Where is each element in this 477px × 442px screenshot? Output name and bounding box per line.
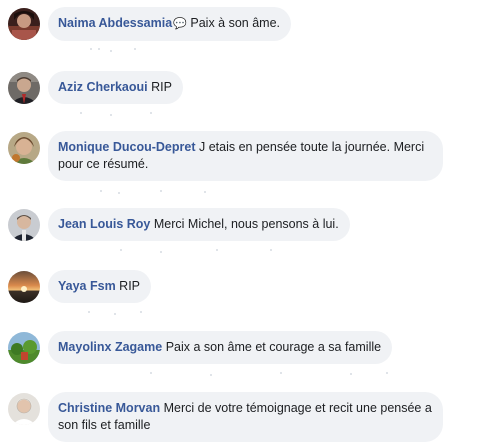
- divider-dots: [100, 190, 220, 194]
- comment: Christine Morvan Merci de votre témoigna…: [8, 392, 443, 442]
- comment-author-link[interactable]: Aziz Cherkaoui: [58, 80, 148, 94]
- divider-dots: [80, 112, 170, 116]
- comment-text: RIP: [151, 80, 172, 94]
- comment: Naima Abdessamia💬 Paix à son âme.: [8, 7, 292, 41]
- comment-author-link[interactable]: Jean Louis Roy: [58, 217, 150, 231]
- comment-author-link[interactable]: Christine Morvan: [58, 401, 160, 415]
- comment-text: RIP: [119, 279, 141, 293]
- divider-dots: [90, 48, 150, 52]
- avatar[interactable]: [8, 72, 40, 104]
- comment-bubble: Christine Morvan Merci de votre témoigna…: [48, 392, 443, 442]
- divider-dots: [150, 372, 390, 376]
- comment-text: Merci Michel, nous pensons à lui.: [153, 217, 339, 231]
- avatar[interactable]: [8, 209, 40, 241]
- comment-text: Paix à son âme.: [190, 16, 281, 30]
- comment-text: Paix a son âme et courage a sa famille: [165, 340, 382, 354]
- avatar[interactable]: [8, 132, 40, 164]
- avatar[interactable]: [8, 332, 40, 364]
- avatar[interactable]: [8, 8, 40, 40]
- speech-bubble-icon: 💬: [173, 18, 187, 30]
- divider-dots: [120, 249, 280, 253]
- comment-bubble: Aziz Cherkaoui RIP: [48, 71, 183, 104]
- avatar[interactable]: [8, 271, 40, 303]
- comment-author-link[interactable]: Mayolinx Zagame: [58, 340, 162, 354]
- comment-author-link[interactable]: Yaya Fsm: [58, 279, 116, 293]
- comment-bubble: Mayolinx Zagame Paix a son âme et courag…: [48, 331, 393, 364]
- comment: Mayolinx Zagame Paix a son âme et courag…: [8, 331, 393, 364]
- comment: Yaya Fsm RIP: [8, 270, 152, 303]
- comment: Aziz Cherkaoui RIP: [8, 71, 183, 104]
- comment-bubble: Monique Ducou-Depret J etais en pensée t…: [48, 131, 443, 181]
- avatar[interactable]: [8, 393, 40, 425]
- comment-author-link[interactable]: Naima Abdessamia: [58, 16, 172, 30]
- comment-bubble: Jean Louis Roy Merci Michel, nous penson…: [48, 208, 350, 241]
- comment-bubble: Naima Abdessamia💬 Paix à son âme.: [48, 7, 292, 41]
- comment-bubble: Yaya Fsm RIP: [48, 270, 152, 303]
- divider-dots: [88, 311, 148, 315]
- comment: Monique Ducou-Depret J etais en pensée t…: [8, 131, 443, 181]
- comment: Jean Louis Roy Merci Michel, nous penson…: [8, 208, 350, 241]
- comment-author-link[interactable]: Monique Ducou-Depret: [58, 140, 196, 154]
